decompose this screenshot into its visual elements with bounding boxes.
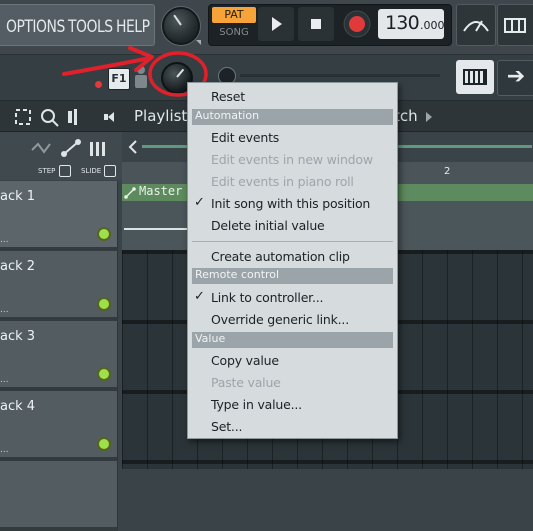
- track-label: ack 2: [0, 259, 36, 274]
- automation-curve: [124, 228, 188, 230]
- master-volume-knob-icon[interactable]: [162, 7, 200, 45]
- playlist-title: Playlist: [134, 107, 188, 125]
- tempo-fraction: .000: [420, 19, 445, 32]
- play-icon: [272, 17, 282, 31]
- context-menu: Reset Automation Edit events Edit events…: [187, 82, 398, 439]
- track-dots: ...: [0, 375, 9, 385]
- track-enable-led[interactable]: [99, 299, 109, 309]
- track-row[interactable]: ack 2 ...: [0, 251, 118, 321]
- ruler-bar-number: 2: [444, 166, 451, 177]
- keyboard-icon: [504, 18, 526, 33]
- automation-clip-label: Master: [139, 184, 183, 198]
- track-dots: ...: [0, 235, 9, 245]
- tempo-gauge-icon: [463, 20, 489, 32]
- track-label: ack 3: [0, 329, 36, 344]
- menu-item-link-to-controller[interactable]: Link to controller...: [211, 290, 324, 305]
- checkmark-icon: ✓: [194, 289, 205, 304]
- record-icon: [343, 10, 371, 38]
- main-menu: OPTIONS TOOLS HELP: [0, 4, 155, 46]
- red-indicator-dot: [95, 81, 102, 88]
- play-button[interactable]: [258, 7, 294, 41]
- menu-item-type-in-value[interactable]: Type in value...: [211, 397, 302, 412]
- track-label: ack 1: [0, 189, 36, 204]
- section-header-value: Value: [192, 332, 393, 348]
- track-row[interactable]: ack 3 ...: [0, 321, 118, 391]
- track-header-panel: STEP SLIDE: [0, 132, 122, 180]
- menu-item-edit-events-new-window: Edit events in new window: [211, 152, 373, 167]
- playlist-tool-icons: [15, 109, 114, 127]
- piano-roll-button[interactable]: [456, 60, 494, 94]
- tempo-display[interactable]: 130 .000: [378, 9, 445, 39]
- menu-separator: [192, 241, 393, 242]
- person-icon: [135, 66, 147, 88]
- track-enable-led[interactable]: [99, 369, 109, 379]
- menu-options[interactable]: OPTIONS: [6, 17, 65, 37]
- song-mode-label[interactable]: SONG: [212, 24, 256, 41]
- slide-label: SLIDE: [81, 167, 102, 175]
- step-checkbox[interactable]: [59, 165, 71, 177]
- record-button[interactable]: [340, 7, 376, 41]
- track-row[interactable]: [0, 461, 118, 531]
- chevron-right-icon[interactable]: [424, 111, 434, 123]
- f1-icon[interactable]: F1: [108, 68, 130, 90]
- track-enable-led[interactable]: [99, 439, 109, 449]
- section-header-remote-control: Remote control: [192, 268, 393, 284]
- pat-mode-label[interactable]: PAT: [212, 7, 256, 23]
- track-row[interactable]: ack 4 ...: [0, 391, 118, 461]
- menu-item-set[interactable]: Set...: [211, 419, 242, 434]
- track-dots: ...: [0, 445, 9, 455]
- track-tool-icons: [31, 139, 105, 157]
- tempo-integer: 130: [385, 12, 420, 34]
- menu-item-paste-value: Paste value: [211, 375, 281, 390]
- chevron-left-icon[interactable]: [128, 140, 138, 154]
- step-label: STEP: [38, 167, 56, 175]
- volume-slider[interactable]: [240, 74, 440, 77]
- automation-clip-icon: [124, 187, 136, 199]
- track-label: ack 4: [0, 399, 36, 414]
- track-row[interactable]: ack 1 ...: [0, 181, 118, 251]
- menu-item-copy-value[interactable]: Copy value: [211, 353, 279, 368]
- menu-item-edit-events[interactable]: Edit events: [211, 130, 279, 145]
- piano-keys-button[interactable]: [497, 4, 533, 46]
- menu-item-create-automation-clip[interactable]: Create automation clip: [211, 249, 350, 264]
- menu-item-delete-initial-value[interactable]: Delete initial value: [211, 218, 325, 233]
- checkmark-icon: ✓: [194, 195, 205, 210]
- tempo-gauge-button[interactable]: [456, 4, 496, 46]
- pat-song-switch[interactable]: PAT SONG: [212, 7, 256, 41]
- menu-item-reset[interactable]: Reset: [211, 89, 245, 104]
- stop-icon: [311, 19, 321, 29]
- track-enable-led[interactable]: [99, 229, 109, 239]
- menu-item-init-song[interactable]: Init song with this position: [211, 196, 370, 211]
- menu-item-override-generic-link[interactable]: Override generic link...: [211, 312, 349, 327]
- arrow-right-icon[interactable]: ➔: [497, 60, 533, 96]
- menu-item-edit-events-piano-roll: Edit events in piano roll: [211, 174, 354, 189]
- section-header-automation: Automation: [192, 109, 393, 125]
- track-dots: ...: [0, 305, 9, 315]
- stop-button[interactable]: [298, 7, 334, 41]
- piano-roll-icon: [463, 69, 487, 85]
- menu-tools[interactable]: TOOLS: [68, 17, 113, 37]
- slide-checkbox[interactable]: [104, 165, 116, 177]
- knob-corner-icon: [196, 40, 201, 45]
- menu-help[interactable]: HELP: [116, 17, 150, 37]
